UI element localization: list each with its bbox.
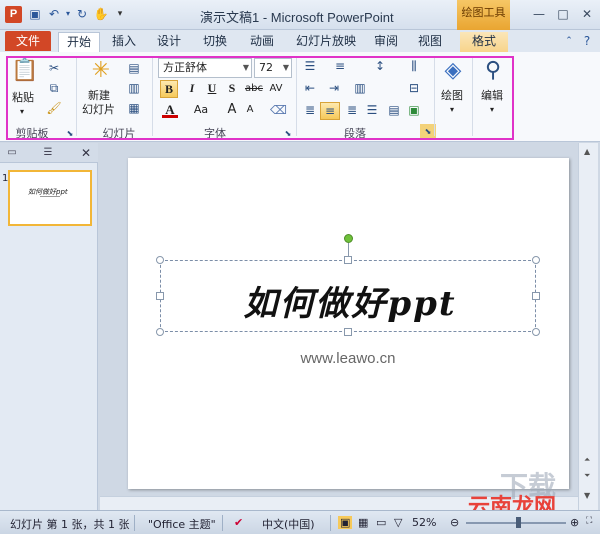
tab-review[interactable]: 审阅 [368, 32, 404, 52]
help-icon[interactable]: ? [580, 34, 594, 48]
tab-view[interactable]: 视图 [412, 32, 448, 52]
thumbnail-pane-tabs: ▭ ☰ ✕ [0, 143, 98, 163]
resize-handle[interactable] [156, 292, 164, 300]
scroll-down-icon[interactable]: ▼ [584, 491, 590, 500]
resize-handle[interactable] [344, 328, 352, 336]
theme-status[interactable]: "Office 主题" [148, 516, 216, 532]
language-status[interactable]: 中文(中国) [262, 516, 315, 532]
outline-tab-icon[interactable]: ☰ [40, 145, 56, 161]
resize-handle[interactable] [344, 256, 352, 264]
restore-button[interactable]: □ [552, 5, 574, 23]
slide-title[interactable]: 如何做好ppt [220, 276, 480, 324]
normal-view-icon[interactable]: ▣ [338, 516, 353, 529]
ribbon-tabs: 文件 开始 插入 设计 切换 动画 幻灯片放映 审阅 视图 格式 ⌃ ? [0, 30, 600, 52]
tab-insert[interactable]: 插入 [105, 32, 143, 52]
ribbon-highlight-box [6, 56, 514, 140]
touch-icon[interactable]: ✋ [93, 6, 109, 22]
slide-thumbnail[interactable]: 如何做好ppt [8, 170, 92, 226]
separator [222, 515, 223, 531]
save-icon[interactable]: ▣ [27, 6, 43, 22]
window-title: 演示文稿1 - Microsoft PowerPoint [200, 10, 394, 25]
separator [134, 515, 135, 531]
scroll-up-icon[interactable]: ▲ [584, 147, 590, 156]
spell-check-icon[interactable]: ✔ [234, 516, 243, 529]
tab-design[interactable]: 设计 [150, 32, 188, 52]
status-bar: 幻灯片 第 1 张，共 1 张 "Office 主题" ✔ 中文(中国) ▣ ▦… [0, 510, 600, 534]
reading-view-icon[interactable]: ▭ [376, 516, 386, 529]
resize-handle[interactable] [532, 256, 540, 264]
tab-slide-show[interactable]: 幻灯片放映 [290, 32, 362, 52]
separator [330, 515, 331, 531]
resize-handle[interactable] [156, 328, 164, 336]
zoom-level[interactable]: 52% [412, 516, 436, 529]
tab-file[interactable]: 文件 [5, 31, 51, 51]
tab-home[interactable]: 开始 [58, 32, 100, 52]
zoom-in-icon[interactable]: ⊕ [570, 516, 579, 529]
rotation-handle[interactable] [344, 234, 353, 243]
close-pane-icon[interactable]: ✕ [78, 145, 94, 161]
next-slide-icon[interactable]: ⏷ [584, 471, 590, 481]
tab-animations[interactable]: 动画 [243, 32, 281, 52]
tab-transitions[interactable]: 切换 [196, 32, 234, 52]
slides-tab-icon[interactable]: ▭ [4, 145, 20, 161]
customize-quick-access-icon[interactable]: ▾ [112, 6, 128, 22]
slide-thumbnail-pane: ▭ ☰ ✕ 1 如何做好ppt [0, 143, 98, 510]
close-button[interactable]: ✕ [576, 5, 598, 23]
powerpoint-app-icon[interactable]: P [5, 6, 22, 23]
slide-show-icon[interactable]: ▽ [394, 516, 402, 529]
slide-subtitle[interactable]: www.leawo.cn [260, 350, 436, 367]
redo-icon[interactable]: ↻ [74, 6, 90, 22]
title-bar: P ▣ ↶ ▾ ↻ ✋ ▾ 演示文稿1 - Microsoft PowerPoi… [0, 0, 600, 30]
thumbnail-subtitle-line [40, 196, 60, 197]
minimize-button[interactable]: — [528, 5, 550, 23]
fit-to-window-icon[interactable]: ⛶ [586, 516, 592, 526]
resize-handle[interactable] [532, 292, 540, 300]
zoom-out-icon[interactable]: ⊖ [450, 516, 459, 529]
slide-count-status: 幻灯片 第 1 张，共 1 张 [10, 518, 130, 531]
slide-sorter-icon[interactable]: ▦ [358, 516, 368, 529]
minimize-ribbon-icon[interactable]: ⌃ [562, 34, 576, 48]
resize-handle[interactable] [532, 328, 540, 336]
drawing-tools-context-label: 绘图工具 [457, 0, 510, 30]
zoom-slider-thumb[interactable] [516, 517, 521, 528]
vertical-scrollbar[interactable]: ▲ ⏶ ⏷ ▼ [578, 143, 598, 510]
tab-format[interactable]: 格式 [460, 32, 508, 52]
resize-handle[interactable] [156, 256, 164, 264]
previous-slide-icon[interactable]: ⏶ [584, 455, 590, 465]
